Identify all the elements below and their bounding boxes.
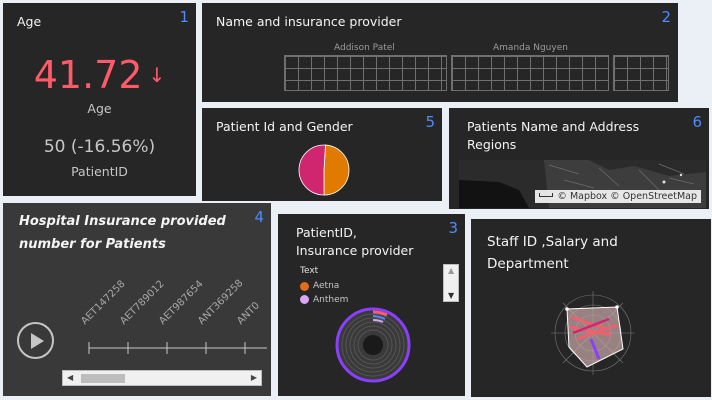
tile-number: 1 xyxy=(179,8,189,26)
scrollbar-thumb[interactable] xyxy=(81,374,125,383)
play-icon[interactable] xyxy=(17,322,54,359)
legend-swatch xyxy=(300,281,309,291)
kpi-value-label: Age xyxy=(87,101,112,116)
legend-label: Anthem xyxy=(313,295,349,304)
kpi-comparison-label: PatientID xyxy=(71,164,128,179)
tile-title-line: Patients Name and Address xyxy=(467,119,640,134)
pie-slice[interactable] xyxy=(323,144,350,196)
tile-number: 2 xyxy=(661,8,671,26)
staff-radar-tile[interactable]: Staff ID ,Salary and Department xyxy=(471,219,711,397)
legend-scrollbar[interactable]: ▲ ▼ xyxy=(443,264,459,302)
tile-title: Patients Name and Address Regions xyxy=(467,118,639,154)
scroll-down-icon[interactable]: ▼ xyxy=(448,291,454,300)
arrow-down-icon: ↓ xyxy=(148,63,166,87)
tile-title: PatientID, Insurance provider xyxy=(296,224,413,260)
scroll-up-icon[interactable]: ▲ xyxy=(448,266,454,275)
data-grid xyxy=(451,55,609,91)
tile-title: Patient Id and Gender xyxy=(216,119,353,134)
gender-pie-tile[interactable]: Patient Id and Gender 5 xyxy=(202,108,442,201)
gender-pie-chart xyxy=(298,144,350,196)
radial-chart xyxy=(335,307,411,383)
column-header: Addison Patel xyxy=(334,43,395,53)
tile-title: Staff ID ,Salary and Department xyxy=(487,231,618,276)
tile-number: 5 xyxy=(425,113,435,131)
legend-label: Aetna xyxy=(313,281,340,291)
legend-item[interactable]: Anthem xyxy=(300,295,348,304)
tile-title-line: Hospital Insurance provided xyxy=(19,214,226,229)
data-grid xyxy=(613,55,669,91)
tile-title: Name and insurance provider xyxy=(216,14,402,29)
tile-title: Hospital Insurance provided number for Pa… xyxy=(19,211,226,257)
map-attribution[interactable]: © Mapbox © OpenStreetMap xyxy=(535,190,701,203)
column-header: Amanda Nguyen xyxy=(493,43,568,53)
attribution-text: © Mapbox © OpenStreetMap xyxy=(557,191,697,202)
axis-line xyxy=(88,342,267,354)
regions-map-tile[interactable]: Patients Name and Address Regions 6 © Map… xyxy=(449,108,709,209)
kpi-comparison: 50 (-16.56%) xyxy=(43,137,156,157)
tile-number: 3 xyxy=(448,219,458,237)
tile-title-line: Staff ID ,Salary and xyxy=(487,234,618,250)
hospital-insurance-tile[interactable]: Hospital Insurance provided number for Pa… xyxy=(3,203,271,396)
insurance-names-tile[interactable]: Name and insurance provider 2 Addison Pa… xyxy=(202,3,678,102)
horizontal-scrollbar[interactable]: ◀ ▶ xyxy=(62,370,262,386)
tile-title-line: number for Patients xyxy=(19,236,166,252)
tile-title-line: Insurance provider xyxy=(296,243,414,259)
kpi-value-text: 41.72 xyxy=(33,53,143,97)
tile-title-line: PatientID, xyxy=(296,225,357,240)
radar-chart xyxy=(551,291,635,375)
legend-item[interactable]: Aetna xyxy=(300,281,339,291)
tile-number: 6 xyxy=(692,113,702,131)
tile-title: Age xyxy=(17,14,42,29)
data-grid xyxy=(284,55,447,91)
pie-slice[interactable] xyxy=(298,144,326,196)
axis-tick-label: ANT0 xyxy=(235,300,262,327)
age-kpi-tile[interactable]: Age 1 41.72 ↓ Age 50 (-16.56%) PatientID xyxy=(3,3,196,196)
tile-title-line: Department xyxy=(487,256,569,273)
scroll-right-icon[interactable]: ▶ xyxy=(251,373,257,382)
legend-swatch xyxy=(300,295,309,304)
tile-number: 4 xyxy=(254,208,264,226)
legend-title: Text xyxy=(300,266,319,276)
tile-title-line: Regions xyxy=(467,137,517,153)
insurance-provider-tile[interactable]: PatientID, Insurance provider 3 Text Aetn… xyxy=(278,214,465,396)
map-scale-icon xyxy=(539,193,554,197)
kpi-value: 41.72 ↓ xyxy=(3,53,196,97)
scroll-left-icon[interactable]: ◀ xyxy=(67,373,73,382)
